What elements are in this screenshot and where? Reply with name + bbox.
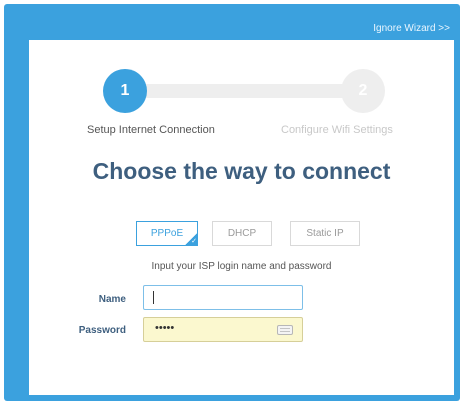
connection-hint: Input your ISP login name and password <box>151 261 332 272</box>
name-label: Name <box>98 294 126 305</box>
wizard-card: 1 2 Setup Internet Connection Configure … <box>29 40 454 395</box>
password-field[interactable]: ••••• <box>143 317 303 342</box>
text-caret <box>153 291 154 304</box>
step-1-label: Setup Internet Connection <box>87 124 215 136</box>
step-track <box>125 84 365 98</box>
password-label: Password <box>78 325 126 336</box>
tab-dhcp[interactable]: DHCP <box>212 221 272 246</box>
tab-pppoe-label: PPPoE <box>150 228 184 239</box>
step-1-circle: 1 <box>103 69 147 113</box>
name-field[interactable] <box>143 285 303 310</box>
step-2-label: Configure Wifi Settings <box>281 124 393 136</box>
tab-static-ip-label: Static IP <box>306 228 344 239</box>
tab-static-ip[interactable]: Static IP <box>290 221 360 246</box>
keyboard-icon[interactable] <box>277 325 293 335</box>
selected-check-icon: ✓ <box>184 232 198 246</box>
page-title: Choose the way to connect <box>92 158 391 184</box>
step-2-circle: 2 <box>341 69 385 113</box>
password-value: ••••• <box>155 322 175 334</box>
ignore-wizard-link[interactable]: Ignore Wizard >> <box>373 23 450 34</box>
wizard-frame: Ignore Wizard >> 1 2 Setup Internet Conn… <box>4 4 460 401</box>
tab-pppoe[interactable]: PPPoE ✓ <box>136 221 198 246</box>
tab-dhcp-label: DHCP <box>227 228 257 239</box>
step-progress: 1 2 Setup Internet Connection Configure … <box>29 40 454 150</box>
